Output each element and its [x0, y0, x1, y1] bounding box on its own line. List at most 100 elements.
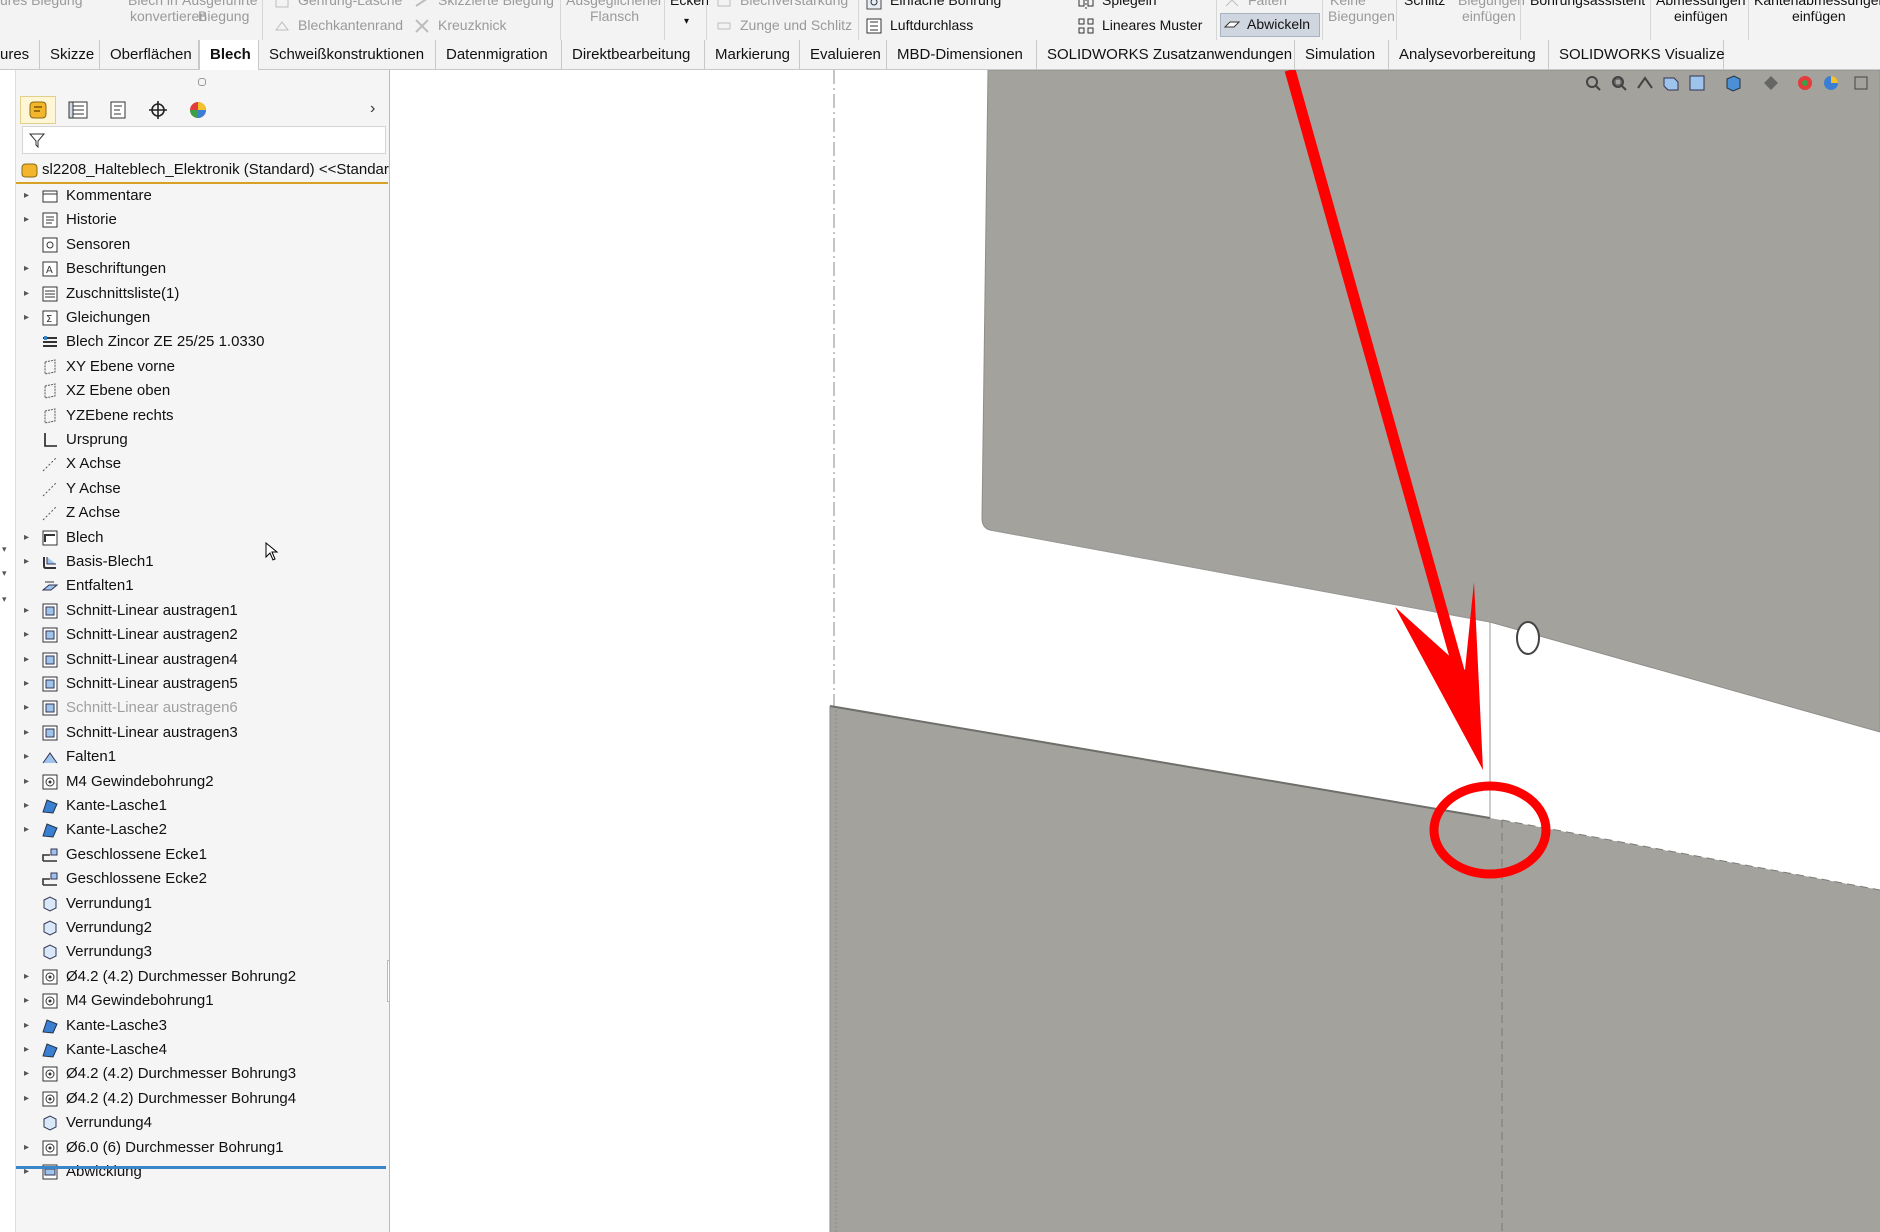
tree-node[interactable]: Geschlossene Ecke1	[16, 843, 388, 867]
tree-node[interactable]: XY Ebene vorne	[16, 355, 388, 379]
tab-evaluieren[interactable]: Evaluieren	[800, 40, 887, 70]
expand-arrow-icon[interactable]: ▸	[24, 184, 36, 208]
tree-node[interactable]: ▸ Ø6.0 (6) Durchmesser Bohrung1	[16, 1136, 388, 1160]
keine-biegungen-line2[interactable]: Biegungen	[1328, 8, 1395, 24]
tree-node[interactable]: ▸ Blech	[16, 526, 388, 550]
ecken-dropdown-icon[interactable]: ▾	[684, 16, 689, 27]
tree-node[interactable]: Sensoren	[16, 233, 388, 257]
tree-node[interactable]: ▸ Zuschnittsliste(1)	[16, 282, 388, 306]
abmessungen-einfuegen-line1[interactable]: Abmessungen	[1656, 0, 1746, 8]
tree-node[interactable]: ▸ Kante-Lasche2	[16, 818, 388, 842]
biegungen-einfuegen-line2[interactable]: einfügen	[1462, 8, 1516, 24]
tab-schweisskonstruktionen[interactable]: Schweißkonstruktionen	[259, 40, 436, 70]
tree-node[interactable]: ▸ M4 Gewindebohrung2	[16, 770, 388, 794]
tree-node[interactable]: ▸ Abwicklung	[16, 1160, 388, 1184]
tree-node[interactable]: ▸ Kante-Lasche3	[16, 1014, 388, 1038]
tab-solidworks-visualize[interactable]: SOLIDWORKS Visualize	[1549, 40, 1725, 70]
falten-button[interactable]: Falten	[1248, 0, 1287, 8]
tree-node[interactable]: ▸ Schnitt-Linear austragen4	[16, 648, 388, 672]
tree-node[interactable]: Ursprung	[16, 428, 388, 452]
expand-arrow-icon[interactable]: ▸	[24, 599, 36, 623]
expand-arrow-icon[interactable]: ▸	[24, 257, 36, 281]
blechkantenrand-button[interactable]: Blechkantenrand	[298, 17, 403, 33]
tree-node[interactable]: ▸ Schnitt-Linear austragen6	[16, 696, 388, 720]
blech-konvertieren-line2[interactable]: konvertieren	[130, 8, 207, 24]
kreuzknick-button[interactable]: Kreuzknick	[438, 17, 506, 33]
tab-analysevorbereitung[interactable]: Analysevorbereitung	[1389, 40, 1549, 70]
dynamic-annotation-icon[interactable]	[1688, 74, 1706, 92]
tree-node[interactable]: ▸ Kommentare	[16, 184, 388, 208]
expand-arrow-icon[interactable]: ▸	[24, 965, 36, 989]
tree-node[interactable]: ▸ Σ Gleichungen	[16, 306, 388, 330]
kantenabmessungen-einfuegen-line1[interactable]: Kantenabmessungen	[1754, 0, 1880, 8]
blechverstaerkung-button[interactable]: Blechverstärkung	[740, 0, 848, 8]
tree-node[interactable]: Z Achse	[16, 501, 388, 525]
tab-solidworks-zusatzanwendungen[interactable]: SOLIDWORKS Zusatzanwendungen	[1037, 40, 1295, 70]
expand-arrow-icon[interactable]: ▸	[24, 623, 36, 647]
ausgeglichener-flansch-line2[interactable]: Flansch	[590, 8, 639, 24]
view-settings-icon[interactable]	[1852, 74, 1870, 92]
model-view[interactable]	[390, 70, 1880, 1232]
blech-konvertieren-line1[interactable]: Blech in	[128, 0, 178, 8]
property-manager-tab[interactable]	[60, 96, 96, 124]
previous-view-icon[interactable]	[1636, 74, 1654, 92]
expand-arrow-icon[interactable]: ▸	[24, 770, 36, 794]
tree-node[interactable]: ▸ A Beschriftungen	[16, 257, 388, 281]
tab-direktbearbeitung[interactable]: Direktbearbeitung	[562, 40, 705, 70]
kantenabmessungen-einfuegen-line2[interactable]: einfügen	[1792, 8, 1846, 24]
ausgefuehrte-biegung-line2[interactable]: Biegung	[198, 8, 249, 24]
display-manager-tab[interactable]	[180, 96, 216, 124]
edit-appearance-icon[interactable]	[1822, 74, 1840, 92]
tab-datenmigration[interactable]: Datenmigration	[436, 40, 562, 70]
tree-node[interactable]: ▸ Schnitt-Linear austragen2	[16, 623, 388, 647]
einfache-bohrung-button[interactable]: Einfache Bohrung	[890, 0, 1001, 8]
tree-node[interactable]: Verrundung2	[16, 916, 388, 940]
feature-tree-filter[interactable]	[22, 126, 386, 154]
view-orientation-icon[interactable]	[1724, 74, 1742, 92]
ecken-button[interactable]: Ecken	[670, 0, 709, 8]
expand-arrow-icon[interactable]: ▸	[24, 208, 36, 232]
strip-arrow-icon[interactable]: ▾	[2, 544, 7, 555]
expand-arrow-icon[interactable]: ▸	[24, 672, 36, 696]
section-view-icon[interactable]	[1662, 74, 1680, 92]
strip-arrow-icon[interactable]: ▾	[2, 594, 7, 605]
tree-node[interactable]: Entfalten1	[16, 574, 388, 598]
panel-splitter-handle[interactable]	[198, 78, 206, 86]
expand-tabs-chevron-icon[interactable]: ›	[370, 100, 375, 118]
expand-arrow-icon[interactable]: ▸	[24, 1014, 36, 1038]
tree-node[interactable]: Verrundung4	[16, 1111, 388, 1135]
zoom-to-fit-icon[interactable]	[1584, 74, 1602, 92]
luftdurchlass-button[interactable]: Luftdurchlass	[890, 17, 973, 33]
display-style-icon[interactable]	[1762, 74, 1780, 92]
expand-arrow-icon[interactable]: ▸	[24, 818, 36, 842]
bohrungsassistent-button[interactable]: Bohrungsassistent	[1530, 0, 1645, 8]
schlitz-button[interactable]: Schlitz	[1404, 0, 1445, 8]
configuration-manager-tab[interactable]	[100, 96, 136, 124]
tree-node[interactable]: Verrundung1	[16, 892, 388, 916]
expand-arrow-icon[interactable]: ▸	[24, 794, 36, 818]
tab-markierung[interactable]: Markierung	[705, 40, 800, 70]
keine-biegungen-line1[interactable]: Keine	[1330, 0, 1366, 8]
tab-mbd-dimensionen[interactable]: MBD-Dimensionen	[887, 40, 1037, 70]
biegungen-einfuegen-line1[interactable]: Biegungen	[1458, 0, 1525, 8]
tree-node[interactable]: ▸ Basis-Blech1	[16, 550, 388, 574]
expand-arrow-icon[interactable]: ▸	[24, 526, 36, 550]
expand-arrow-icon[interactable]: ▸	[24, 1038, 36, 1062]
tab-oberflaechen[interactable]: Oberflächen	[100, 40, 199, 70]
abmessungen-einfuegen-line2[interactable]: einfügen	[1674, 8, 1728, 24]
tab-features[interactable]: ures	[0, 40, 40, 70]
tree-node[interactable]: YZEbene rechts	[16, 404, 388, 428]
graphics-area[interactable]	[390, 70, 1880, 1232]
ausgefuehrte-biegung-line1[interactable]: Ausgeführte	[182, 0, 258, 8]
expand-arrow-icon[interactable]: ▸	[24, 306, 36, 330]
tree-node[interactable]: ▸ Schnitt-Linear austragen5	[16, 672, 388, 696]
tree-node[interactable]: Y Achse	[16, 477, 388, 501]
expand-arrow-icon[interactable]: ▸	[24, 989, 36, 1013]
gehrung-lasche-button[interactable]: Gehrung-Lasche	[298, 0, 402, 8]
hide-show-items-icon[interactable]	[1796, 74, 1814, 92]
root-part-node[interactable]: sl2208_Halteblech_Elektronik (Standard) …	[16, 158, 389, 182]
rollback-bar[interactable]	[16, 1166, 386, 1169]
expand-arrow-icon[interactable]: ▸	[24, 550, 36, 574]
lineares-muster-button[interactable]: Lineares Muster	[1102, 17, 1202, 33]
tab-skizze[interactable]: Skizze	[40, 40, 100, 70]
